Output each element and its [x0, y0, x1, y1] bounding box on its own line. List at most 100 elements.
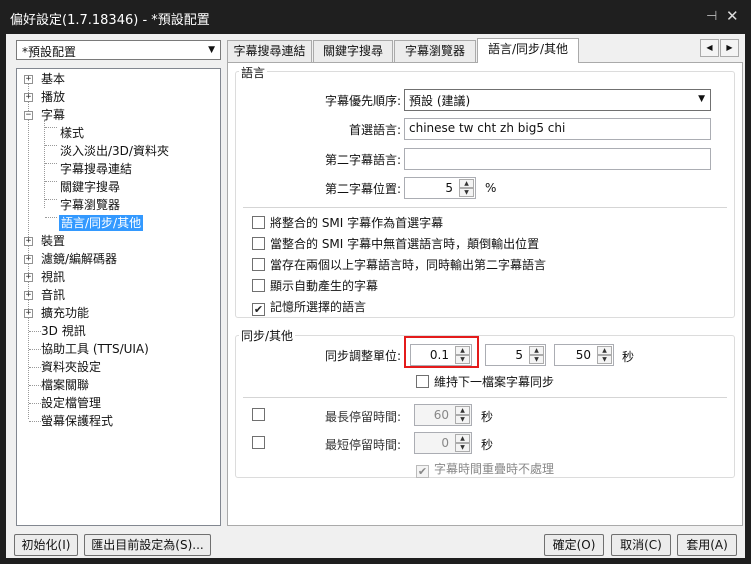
- tree-item-playback[interactable]: 播放: [41, 89, 65, 105]
- dual-subtitle-checkbox[interactable]: 當存在兩個以上字幕語言時，同時輸出第二字幕語言: [252, 257, 546, 273]
- checkbox-icon: [252, 436, 265, 449]
- tab-subtitle-search-links[interactable]: 字幕搜尋連結: [227, 40, 312, 62]
- max-duration-unit: 秒: [481, 410, 494, 424]
- auto-generated-checkbox[interactable]: 顯示自動產生的字幕: [252, 278, 378, 294]
- spin-down-icon[interactable]: ▼: [597, 355, 612, 364]
- sync-group-title: 同步/其他: [239, 327, 296, 344]
- max-duration-label: 最長停留時間:: [324, 410, 401, 424]
- spin-down-icon[interactable]: ▼: [459, 188, 474, 197]
- settings-panel: 語言 字幕優先順序: 預設 (建議) ▼ 首選語言: chinese tw ch…: [227, 62, 743, 526]
- sync-step3-value: 50: [575, 348, 591, 362]
- tree-item-profile-manager[interactable]: 設定檔管理: [41, 395, 101, 411]
- tree-item-subtitle-browser[interactable]: 字幕瀏覽器: [60, 197, 120, 213]
- ok-button[interactable]: 確定(O): [544, 534, 604, 556]
- highlight-box: [404, 336, 479, 368]
- secondary-position-value: 5: [445, 181, 453, 195]
- spin-up-icon[interactable]: ▲: [597, 346, 612, 355]
- spin-up-icon[interactable]: ▲: [455, 406, 470, 415]
- sync-step2-spinner[interactable]: 5 ▲ ▼: [485, 344, 546, 366]
- max-duration-value: 60: [433, 408, 449, 422]
- tab-subtitle-browser[interactable]: 字幕瀏覽器: [394, 40, 476, 62]
- smi-primary-checkbox[interactable]: 將整合的 SMI 字幕作為首選字幕: [252, 215, 443, 231]
- min-duration-checkbox[interactable]: [252, 435, 270, 451]
- tab-language-sync[interactable]: 語言/同步/其他: [477, 38, 579, 63]
- sync-step3-spinner[interactable]: 50 ▲ ▼: [554, 344, 614, 366]
- tree-item-keyword-search[interactable]: 關鍵字搜尋: [60, 179, 120, 195]
- overlap-checkbox[interactable]: ✔ 字幕時間重疊時不處理: [416, 461, 554, 478]
- tab-scroll-left-icon[interactable]: ◀: [700, 39, 719, 57]
- spin-up-icon[interactable]: ▲: [529, 346, 544, 355]
- checkbox-icon: [252, 408, 265, 421]
- spin-up-icon[interactable]: ▲: [459, 179, 474, 188]
- window-title: 偏好設定(1.7.18346) - *預設配置: [10, 13, 210, 28]
- tree-item-filters-codecs[interactable]: 濾鏡/編解碼器: [41, 251, 117, 267]
- cancel-button[interactable]: 取消(C): [611, 534, 671, 556]
- max-duration-spinner[interactable]: 60 ▲ ▼: [414, 404, 472, 426]
- tree-item-style[interactable]: 樣式: [60, 125, 84, 141]
- spin-up-icon[interactable]: ▲: [455, 434, 470, 443]
- tree-item-folder-settings[interactable]: 資料夾設定: [41, 359, 101, 375]
- keep-sync-checkbox[interactable]: 維持下一檔案字幕同步: [416, 374, 554, 390]
- expand-icon[interactable]: +: [24, 291, 33, 300]
- priority-dropdown[interactable]: 預設 (建議) ▼: [404, 89, 711, 111]
- export-settings-button[interactable]: 匯出目前設定為(S)...: [84, 534, 211, 556]
- checkmark-icon: ✔: [252, 303, 265, 316]
- secondary-position-unit: %: [485, 181, 497, 195]
- collapse-icon[interactable]: −: [24, 111, 33, 120]
- expand-icon[interactable]: +: [24, 237, 33, 246]
- checkbox-icon: [252, 237, 265, 250]
- checkbox-label: 記憶所選擇的語言: [270, 300, 367, 314]
- min-duration-spinner[interactable]: 0 ▲ ▼: [414, 432, 472, 454]
- smi-reverse-checkbox[interactable]: 當整合的 SMI 字幕中無首選語言時，顛倒輸出位置: [252, 236, 539, 252]
- expand-icon[interactable]: +: [24, 255, 33, 264]
- tab-scroll-right-icon[interactable]: ▶: [720, 39, 739, 57]
- spin-down-icon[interactable]: ▼: [455, 443, 470, 452]
- secondary-position-spinner[interactable]: 5 ▲ ▼: [404, 177, 476, 199]
- secondary-language-field[interactable]: [404, 148, 711, 170]
- chevron-down-icon: ▼: [208, 45, 215, 55]
- profile-dropdown[interactable]: *預設配置 ▼: [16, 40, 221, 60]
- expand-icon[interactable]: +: [24, 75, 33, 84]
- tree-item-subtitles[interactable]: 字幕: [41, 107, 65, 123]
- spin-down-icon[interactable]: ▼: [529, 355, 544, 364]
- sync-step2-value: 5: [515, 348, 523, 362]
- sync-unit-label: 同步調整單位:: [324, 349, 401, 363]
- secondary-position-label: 第二字幕位置:: [324, 182, 401, 196]
- initialize-button[interactable]: 初始化(I): [14, 534, 78, 556]
- dialog-body: *預設配置 ▼ + 基本 + 播放 − 字幕 樣式 淡入淡出/3D/資料夾 字幕…: [6, 34, 745, 558]
- tree-item-screensaver[interactable]: 螢幕保護程式: [41, 413, 113, 429]
- spin-down-icon[interactable]: ▼: [455, 415, 470, 424]
- checkbox-icon: [252, 258, 265, 271]
- tree-item-language-sync[interactable]: 語言/同步/其他: [59, 215, 144, 231]
- pin-icon[interactable]: ⊣: [706, 9, 717, 24]
- expand-icon[interactable]: +: [24, 93, 33, 102]
- tree-item-file-association[interactable]: 檔案關聯: [41, 377, 89, 393]
- tree-item-video[interactable]: 視訊: [41, 269, 65, 285]
- secondary-language-label: 第二字幕語言:: [324, 153, 401, 167]
- tree-item-subtitle-search-links[interactable]: 字幕搜尋連結: [60, 161, 132, 177]
- tree-item-fade-3d-folder[interactable]: 淡入淡出/3D/資料夾: [60, 143, 169, 159]
- tree-item-basic[interactable]: 基本: [41, 71, 65, 87]
- tab-keyword-search[interactable]: 關鍵字搜尋: [313, 40, 393, 62]
- checkbox-label: 顯示自動產生的字幕: [270, 279, 379, 293]
- checkbox-icon: [252, 216, 265, 229]
- primary-language-field[interactable]: chinese tw cht zh big5 chi: [404, 118, 711, 140]
- expand-icon[interactable]: +: [24, 273, 33, 282]
- min-duration-value: 0: [441, 436, 449, 450]
- tree-item-devices[interactable]: 裝置: [41, 233, 65, 249]
- close-icon[interactable]: ✕: [726, 7, 739, 25]
- max-duration-checkbox[interactable]: [252, 407, 270, 423]
- remember-language-checkbox[interactable]: ✔ 記憶所選擇的語言: [252, 299, 367, 316]
- tree-item-accessibility[interactable]: 協助工具 (TTS/UIA): [41, 341, 149, 357]
- checkbox-label: 維持下一檔案字幕同步: [434, 375, 555, 389]
- checkbox-icon: [252, 279, 265, 292]
- tree-item-audio[interactable]: 音訊: [41, 287, 65, 303]
- title-bar: 偏好設定(1.7.18346) - *預設配置 ⊣ ✕: [0, 0, 751, 34]
- settings-tree[interactable]: + 基本 + 播放 − 字幕 樣式 淡入淡出/3D/資料夾 字幕搜尋連結 關鍵字…: [16, 68, 221, 526]
- checkbox-label: 當整合的 SMI 字幕中無首選語言時，顛倒輸出位置: [270, 237, 540, 251]
- tree-item-3d-video[interactable]: 3D 視訊: [41, 323, 86, 339]
- checkbox-label: 將整合的 SMI 字幕作為首選字幕: [270, 216, 444, 230]
- apply-button[interactable]: 套用(A): [677, 534, 737, 556]
- tree-item-extensions[interactable]: 擴充功能: [41, 305, 89, 321]
- expand-icon[interactable]: +: [24, 309, 33, 318]
